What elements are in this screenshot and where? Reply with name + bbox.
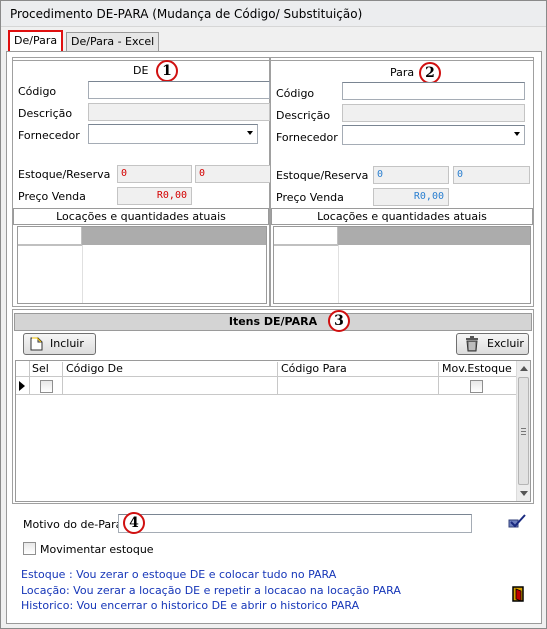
- para-grid-row-line: [274, 245, 338, 246]
- badge-1: 1: [156, 60, 178, 82]
- movimentar-estoque-label: Movimentar estoque: [40, 543, 154, 556]
- de-grid-row-line: [18, 245, 82, 246]
- para-descricao-field: [342, 104, 525, 122]
- para-grid-corner: [274, 227, 338, 245]
- para-descricao-label: Descrição: [276, 109, 331, 122]
- cell-codigo-para[interactable]: [278, 377, 439, 395]
- itens-scrollbar[interactable]: [516, 361, 530, 501]
- thumb-grip-2: [521, 431, 526, 432]
- de-grid-col-line: [82, 245, 83, 303]
- scroll-up-icon[interactable]: [520, 366, 528, 371]
- excluir-button[interactable]: Excluir: [456, 333, 529, 355]
- thumb-grip-3: [521, 434, 526, 435]
- tab-de-para-excel[interactable]: De/Para - Excel: [66, 32, 160, 51]
- de-reserva-field: 0: [195, 165, 271, 183]
- de-estoque-field: 0: [117, 165, 192, 183]
- de-group: DE 1 Código Descrição Fornecedor Estoque…: [12, 57, 271, 307]
- de-grid-corner: [18, 227, 82, 245]
- de-heading: DE: [133, 64, 149, 77]
- de-group-top-rule: [13, 58, 269, 61]
- para-preco-label: Preço Venda: [276, 191, 344, 204]
- sel-checkbox[interactable]: [40, 380, 53, 393]
- de-fornecedor-select[interactable]: [88, 124, 258, 144]
- itens-group: Itens DE/PARA 3 Incluir Excluir Sel Códi…: [12, 309, 534, 504]
- window-title: Procedimento DE-PARA (Mudança de Código/…: [10, 7, 363, 21]
- para-fornecedor-label: Fornecedor: [276, 131, 338, 144]
- scroll-thumb[interactable]: [518, 377, 529, 485]
- mov-estoque-checkbox[interactable]: [470, 380, 483, 393]
- para-codigo-input[interactable]: [342, 82, 525, 100]
- tab-de-para[interactable]: De/Para: [8, 30, 64, 52]
- col-header-codigo-para[interactable]: Código Para: [278, 362, 439, 377]
- de-estoque-label: Estoque/Reserva: [18, 168, 111, 181]
- para-locacoes-grid[interactable]: [273, 226, 531, 304]
- de-locacoes-grid[interactable]: [17, 226, 267, 304]
- itens-caption: Itens DE/PARA: [14, 313, 532, 331]
- para-heading: Para: [390, 66, 415, 79]
- info-estoque: Estoque : Vou zerar o estoque DE e coloc…: [21, 568, 337, 581]
- para-codigo-label: Código: [276, 87, 315, 100]
- para-grid-col-line: [338, 245, 339, 303]
- excluir-label: Excluir: [487, 337, 524, 350]
- de-locacoes-caption: Locações e quantidades atuais: [13, 208, 269, 225]
- de-preco-label: Preço Venda: [18, 190, 86, 203]
- row-indicator: [16, 377, 30, 395]
- para-estoque-label: Estoque/Reserva: [276, 169, 369, 182]
- col-header-codigo-de[interactable]: Código De: [63, 362, 278, 377]
- para-reserva-field: 0: [453, 166, 530, 184]
- de-codigo-label: Código: [18, 85, 57, 98]
- current-row-arrow-icon: [19, 381, 25, 391]
- table-row[interactable]: [16, 377, 516, 395]
- main-window: Procedimento DE-PARA (Mudança de Código/…: [0, 0, 547, 629]
- para-fornecedor-select[interactable]: [342, 125, 525, 145]
- de-descricao-label: Descrição: [18, 107, 73, 120]
- scroll-down-icon[interactable]: [520, 491, 528, 496]
- badge-3: 3: [328, 310, 350, 332]
- exit-door-icon[interactable]: [512, 586, 524, 602]
- para-locacoes-caption: Locações e quantidades atuais: [271, 208, 533, 225]
- incluir-button[interactable]: Incluir: [23, 333, 96, 355]
- motivo-label: Motivo do de-Para: [23, 518, 123, 531]
- itens-grid-header: Sel Código De Código Para Mov.Estoque: [16, 361, 516, 377]
- motivo-input[interactable]: [118, 514, 472, 533]
- incluir-label: Incluir: [50, 337, 84, 350]
- info-historico: Historico: Vou encerrar o historico DE e…: [21, 599, 360, 612]
- thumb-grip-1: [521, 428, 526, 429]
- tab-strip: De/Para De/Para - Excel: [6, 30, 543, 52]
- para-group-top-rule: [271, 58, 533, 61]
- col-header-sel[interactable]: Sel: [30, 362, 63, 377]
- tab-panel: DE 1 Código Descrição Fornecedor Estoque…: [6, 51, 542, 624]
- itens-grid[interactable]: Sel Código De Código Para Mov.Estoque: [15, 360, 531, 502]
- cell-codigo-de[interactable]: [63, 377, 278, 395]
- de-codigo-input[interactable]: [88, 81, 270, 99]
- info-locacao: Locação: Vou zerar a locação DE e repeti…: [21, 584, 401, 597]
- de-fornecedor-label: Fornecedor: [18, 129, 80, 142]
- cell-mov-estoque: [439, 377, 516, 395]
- trash-icon: [466, 336, 478, 352]
- itens-caption-text: Itens DE/PARA: [228, 315, 318, 328]
- confirm-check-icon[interactable]: [508, 514, 526, 528]
- de-grid-header: [82, 227, 266, 245]
- de-descricao-field: [88, 103, 270, 121]
- de-preco-field: R0,00: [117, 187, 192, 205]
- new-document-icon: [30, 337, 43, 351]
- para-preco-field: R0,00: [373, 188, 449, 206]
- col-header-mov-estoque[interactable]: Mov.Estoque: [439, 362, 516, 377]
- cell-sel: [30, 377, 63, 395]
- title-bar: Procedimento DE-PARA (Mudança de Código/…: [1, 1, 546, 27]
- badge-4: 4: [123, 512, 145, 534]
- para-group: Para 2 Código Descrição Fornecedor Estoq…: [270, 57, 534, 307]
- badge-2: 2: [419, 62, 441, 84]
- para-estoque-field: 0: [373, 166, 449, 184]
- para-grid-header: [338, 227, 530, 245]
- movimentar-estoque-checkbox[interactable]: [23, 542, 36, 555]
- row-indicator-header: [16, 361, 30, 377]
